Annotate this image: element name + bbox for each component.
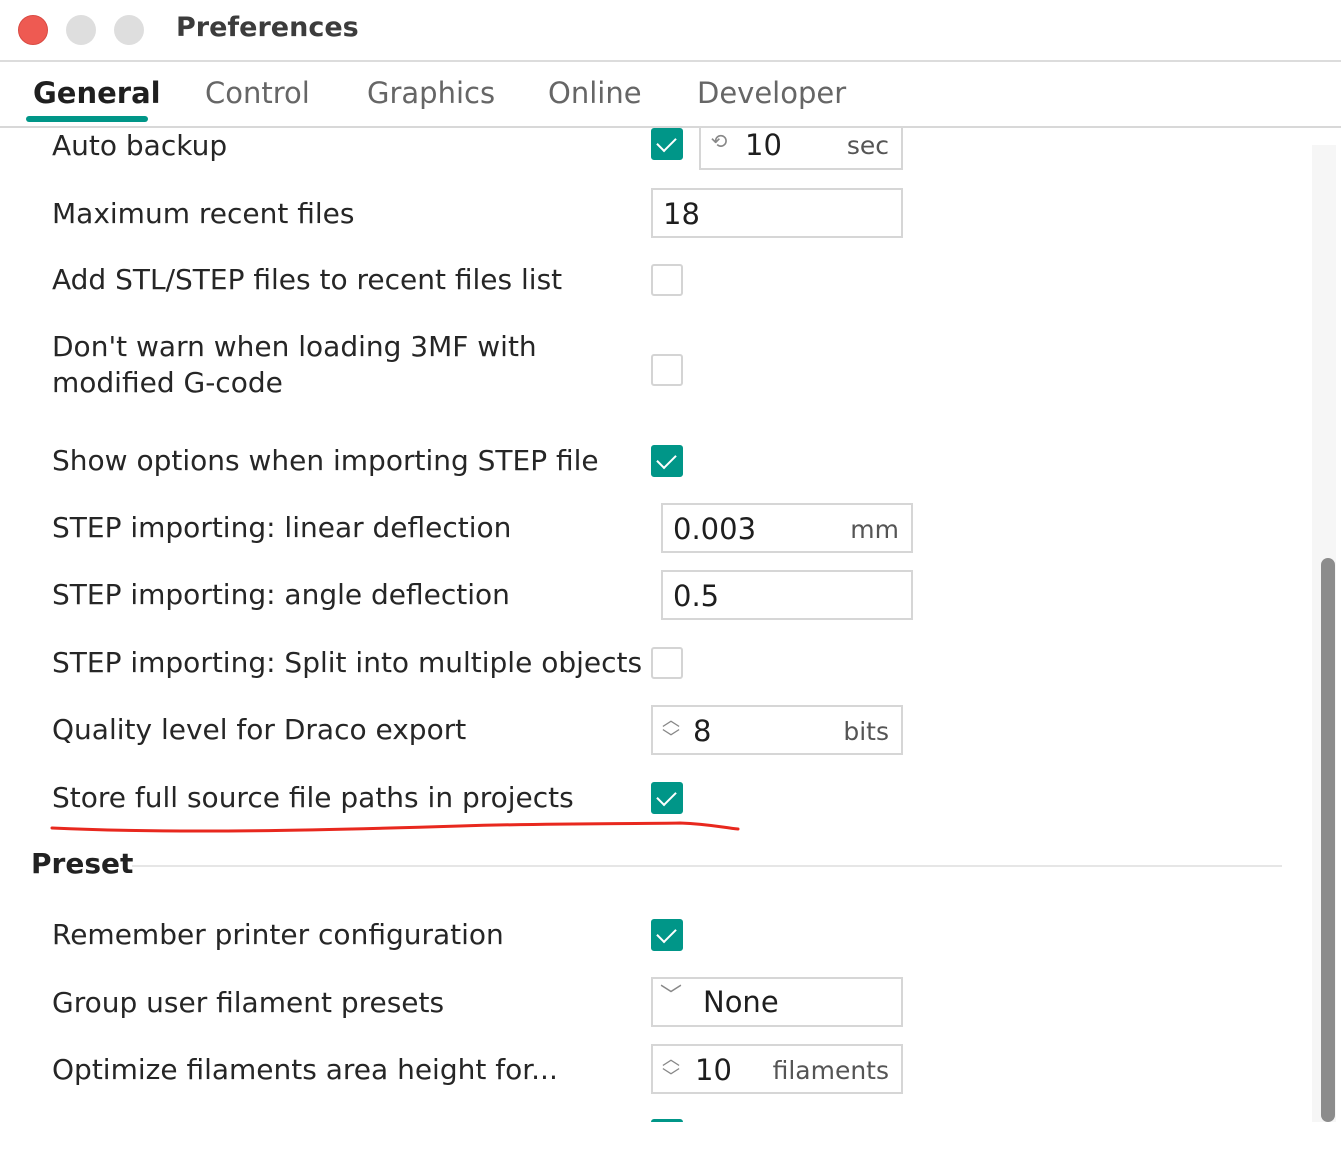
setting-label: Show options when importing STEP file <box>52 444 599 477</box>
tab-bar: General Control Graphics Online Develope… <box>0 62 1341 128</box>
add-stl-checkbox[interactable] <box>651 264 683 296</box>
title-bar: Preferences <box>0 0 1341 62</box>
setting-label: STEP importing: linear deflection <box>52 511 512 544</box>
setting-label: STEP importing: angle deflection <box>52 578 510 611</box>
setting-label: STEP importing: Split into multiple obje… <box>52 646 643 679</box>
setting-label: Optimize filaments area height for... <box>52 1053 558 1086</box>
step-angle-deflection-input[interactable]: 0.5 <box>661 570 913 620</box>
remember-printer-checkbox[interactable] <box>651 919 683 951</box>
section-title-preset: Preset <box>31 847 134 880</box>
setting-row-draco: Quality level for Draco export ︿ ﹀ 8 bits <box>0 705 1300 757</box>
setting-label: Auto backup <box>52 129 228 162</box>
window-title: Preferences <box>176 12 359 43</box>
setting-row-step-split: STEP importing: Split into multiple obje… <box>0 645 1300 685</box>
minimize-window-button[interactable] <box>66 15 96 45</box>
setting-row-step-angle: STEP importing: angle deflection 0.5 <box>0 570 1300 622</box>
setting-label: Add STL/STEP files to recent files list <box>52 263 563 296</box>
setting-row-dont-warn: Don't warn when loading 3MF with modifie… <box>0 329 1300 409</box>
spinner-arrows-icon[interactable]: ⟲ <box>705 131 733 170</box>
section-divider <box>132 865 1282 867</box>
setting-label-continued: modified G-code <box>52 366 283 399</box>
optimize-filaments-input[interactable]: ︿ ﹀ 10 filaments <box>651 1044 903 1094</box>
show-step-options-checkbox[interactable] <box>651 445 683 477</box>
spinner-arrows-icon[interactable]: ︿ ﹀ <box>657 1051 685 1089</box>
active-tab-indicator <box>26 116 148 122</box>
setting-label: Quality level for Draco export <box>52 713 467 746</box>
close-window-button[interactable] <box>18 15 48 45</box>
setting-row-auto-backup: Auto backup ⟲ 10 sec <box>0 128 1300 178</box>
chevron-down-icon: ﹀ <box>659 984 682 1009</box>
tab-online[interactable]: Online <box>548 76 642 110</box>
tab-control[interactable]: Control <box>205 76 310 110</box>
setting-label: Group user filament presets <box>52 986 445 1019</box>
max-recent-files-input[interactable]: 18 <box>651 188 903 238</box>
maximize-window-button[interactable] <box>114 15 144 45</box>
setting-label: Store full source file paths in projects <box>52 781 574 814</box>
setting-row-step-linear: STEP importing: linear deflection 0.003 … <box>0 503 1300 555</box>
store-paths-checkbox[interactable] <box>651 782 683 814</box>
preferences-content: Auto backup ⟲ 10 sec Maximum recent file… <box>0 128 1341 1122</box>
setting-row-max-recent: Maximum recent files 18 <box>0 188 1300 244</box>
draco-quality-input[interactable]: ︿ ﹀ 8 bits <box>651 705 903 755</box>
group-filament-select[interactable]: ﹀ None <box>651 977 903 1027</box>
step-split-checkbox[interactable] <box>651 647 683 679</box>
scrollbar-thumb[interactable] <box>1321 558 1335 1122</box>
setting-row-optimize-filaments: Optimize filaments area height for... ︿ ﹀… <box>0 1044 1300 1096</box>
setting-row-show-step-options: Show options when importing STEP file <box>0 443 1300 483</box>
auto-backup-interval-input[interactable]: ⟲ 10 sec <box>699 128 903 170</box>
dont-warn-checkbox[interactable] <box>651 354 683 386</box>
setting-label: Maximum recent files <box>52 197 355 230</box>
setting-row-remember-printer: Remember printer configuration <box>0 917 1300 957</box>
tab-graphics[interactable]: Graphics <box>367 76 495 110</box>
setting-row-store-paths: Store full source file paths in projects <box>0 780 1300 820</box>
setting-row-group-filament: Group user filament presets ﹀ None <box>0 977 1300 1029</box>
step-linear-deflection-input[interactable]: 0.003 mm <box>661 503 913 553</box>
tab-developer[interactable]: Developer <box>697 76 846 110</box>
setting-label: Don't warn when loading 3MF with <box>52 330 537 363</box>
auto-backup-checkbox[interactable] <box>651 128 683 160</box>
tab-general[interactable]: General <box>33 76 161 110</box>
setting-row-add-stl: Add STL/STEP files to recent files list <box>0 262 1300 302</box>
setting-label: Remember printer configuration <box>52 918 504 951</box>
next-setting-checkbox[interactable] <box>651 1119 683 1122</box>
spinner-arrows-icon[interactable]: ︿ ﹀ <box>657 712 685 750</box>
